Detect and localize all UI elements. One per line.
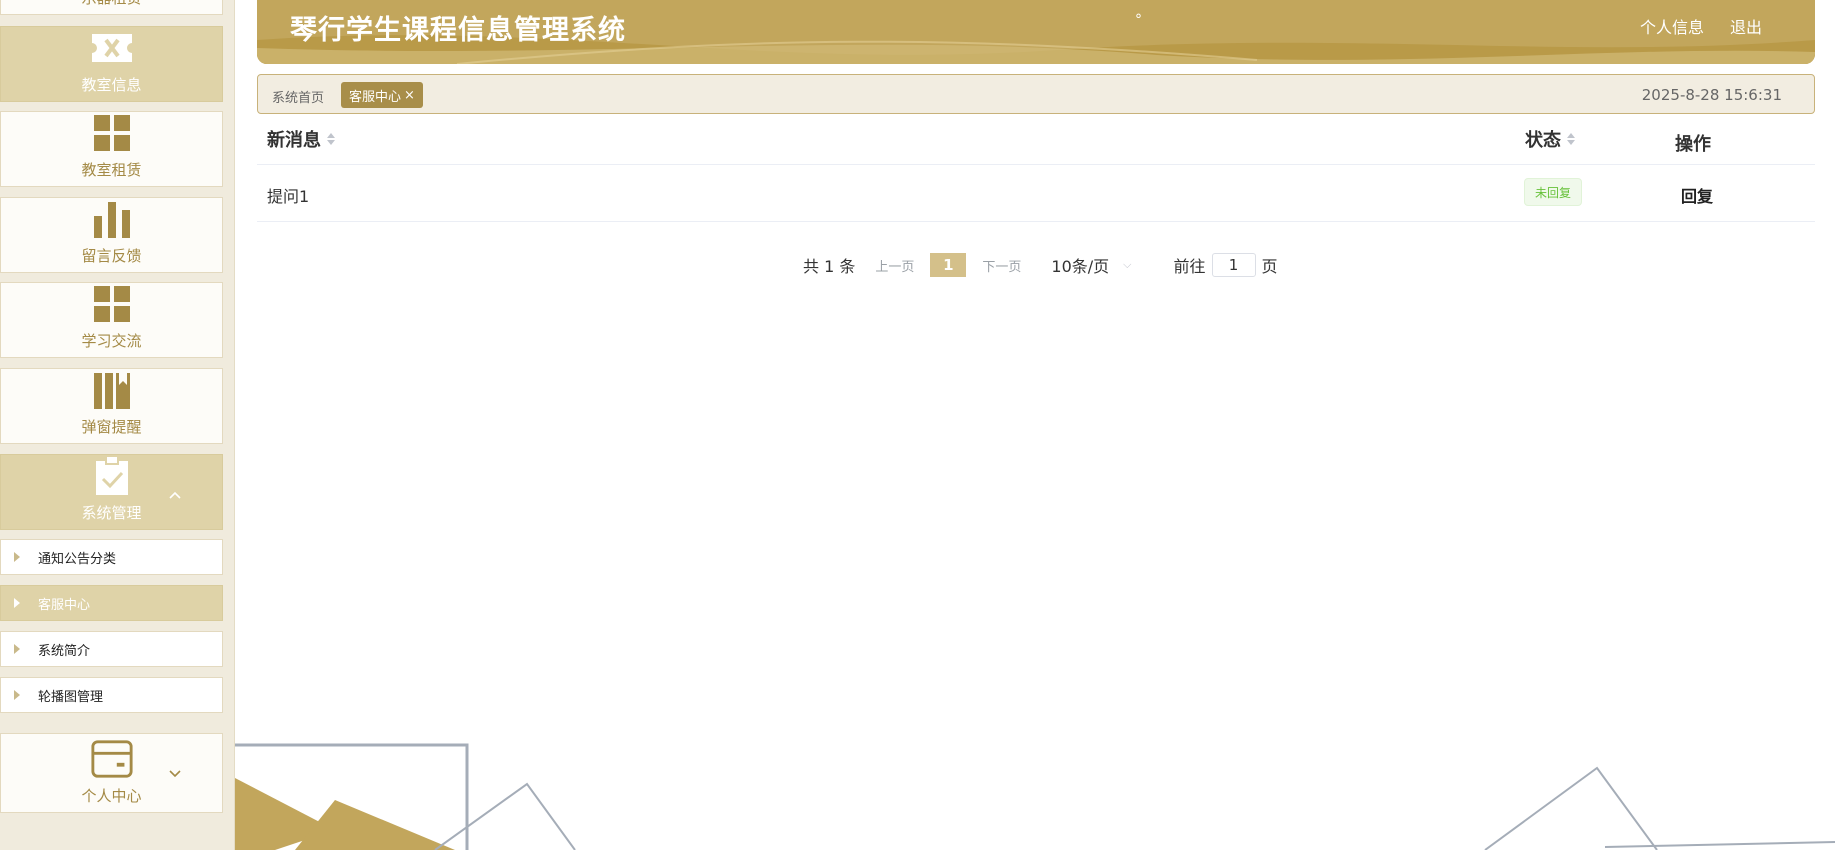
top-header: 琴行学生课程信息管理系统 ° 个人信息 退出 [257, 0, 1815, 64]
app-title: 琴行学生课程信息管理系统 [290, 15, 626, 46]
grid-icon [90, 284, 134, 324]
sidebar-item-label: 个人中心 [81, 787, 142, 805]
clipboard-check-icon [90, 455, 134, 496]
close-icon[interactable]: × [404, 88, 415, 103]
caret-right-icon [14, 598, 20, 608]
sidebar-item-label: 弹窗提醒 [81, 418, 142, 436]
submenu-item-system-intro[interactable]: 系统简介 [0, 631, 223, 667]
chevron-down-icon: ⌵ [1123, 258, 1132, 271]
tab-home[interactable]: 系统首页 [272, 87, 324, 106]
app-root: 乐器租赁 教室信息 教室租赁 留言反馈 学习交流 [0, 0, 1835, 850]
sidebar-item-label: 学习交流 [81, 332, 142, 350]
sidebar-item-label: 系统管理 [81, 504, 142, 522]
column-header-message[interactable]: 新消息 [267, 126, 335, 152]
goto-label: 前往 [1173, 257, 1206, 276]
header-dot: ° [1135, 12, 1142, 28]
submenu-item-customer-service[interactable]: 客服中心 [0, 585, 223, 621]
logout-link[interactable]: 退出 [1730, 14, 1762, 38]
prev-page-button[interactable]: 上一页 [875, 256, 914, 275]
table-row: 提问1 未回复 回复 [257, 165, 1815, 222]
column-header-label: 操作 [1675, 134, 1711, 155]
submenu-item-label: 客服中心 [38, 597, 91, 613]
sidebar-item-study-exchange[interactable]: 学习交流 [0, 282, 223, 358]
page-number-current[interactable]: 1 [930, 253, 967, 277]
submenu-item-label: 系统简介 [38, 643, 91, 659]
column-header-label: 新消息 [267, 130, 321, 151]
page-size-select[interactable]: 10条/页 ⌵ [1051, 253, 1131, 277]
sidebar-item-feedback[interactable]: 留言反馈 [0, 197, 223, 273]
tab-bar: 系统首页 客服中心 × 2025-8-28 15:6:31 [257, 74, 1815, 114]
caret-right-icon [14, 644, 20, 654]
sidebar: 乐器租赁 教室信息 教室租赁 留言反馈 学习交流 [0, 0, 235, 850]
bookmark-icon [90, 370, 134, 410]
page-size-value: 10条/页 [1051, 257, 1110, 276]
grid-icon [90, 113, 134, 153]
sidebar-item-personal-center[interactable]: 个人中心 [0, 733, 223, 813]
chevron-up-icon[interactable] [168, 487, 182, 501]
reply-button[interactable]: 回复 [1681, 183, 1713, 207]
column-header-action: 操作 [1675, 130, 1711, 156]
profile-link[interactable]: 个人信息 [1640, 14, 1704, 38]
submenu-item-label: 通知公告分类 [38, 551, 117, 567]
table-header: 新消息 状态 操作 [257, 116, 1815, 165]
column-header-status[interactable]: 状态 [1525, 126, 1575, 152]
column-header-label: 状态 [1525, 130, 1561, 151]
message-table: 新消息 状态 操作 提问1 未回复 回复 [257, 116, 1815, 222]
tab-label: 客服中心 [349, 89, 402, 105]
sidebar-item-label: 教室租赁 [81, 161, 142, 179]
sidebar-item-label: 乐器租赁 [81, 0, 141, 8]
caret-right-icon [14, 690, 20, 700]
tab-customer-service[interactable]: 客服中心 × [341, 82, 423, 108]
decorative-background [235, 743, 1835, 850]
chevron-down-icon[interactable] [168, 766, 182, 780]
next-page-button[interactable]: 下一页 [982, 256, 1021, 275]
sort-icon[interactable] [327, 133, 335, 145]
bar-chart-icon [90, 199, 134, 239]
page-jumper: 前往 页 [1174, 253, 1278, 277]
sidebar-item-system-management[interactable]: 系统管理 [0, 454, 223, 530]
submenu-item-notice-category[interactable]: 通知公告分类 [0, 539, 223, 575]
sort-icon[interactable] [1567, 133, 1575, 145]
card-icon [90, 739, 134, 779]
submenu-item-carousel-management[interactable]: 轮播图管理 [0, 677, 223, 713]
status-badge: 未回复 [1524, 178, 1583, 206]
caret-right-icon [14, 552, 20, 562]
sidebar-item-instrument-rental[interactable]: 乐器租赁 [0, 0, 223, 15]
message-cell: 提问1 [267, 187, 310, 206]
current-datetime: 2025-8-28 15:6:31 [1641, 86, 1782, 104]
goto-page-input[interactable] [1211, 253, 1256, 277]
sidebar-item-classroom-info[interactable]: 教室信息 [0, 26, 223, 102]
sidebar-item-label: 教室信息 [81, 76, 142, 94]
submenu-item-label: 轮播图管理 [38, 689, 104, 705]
pagination: 共 1 条 上一页 1 下一页 10条/页 ⌵ 前往 页 [803, 252, 1278, 278]
sidebar-item-popup-reminder[interactable]: 弹窗提醒 [0, 368, 223, 444]
ticket-icon [90, 28, 134, 68]
sidebar-item-classroom-rental[interactable]: 教室租赁 [0, 111, 223, 187]
sidebar-item-label: 留言反馈 [81, 247, 142, 265]
pagination-total: 共 1 条 [803, 257, 856, 276]
goto-suffix: 页 [1261, 257, 1278, 276]
